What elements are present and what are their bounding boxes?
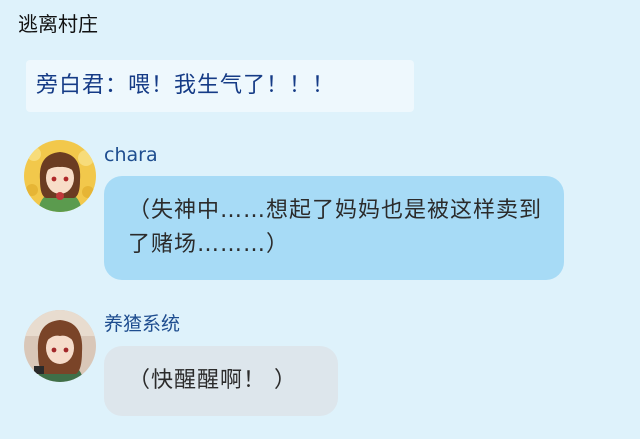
message-bubble-system[interactable]: （快醒醒啊！ ） bbox=[104, 346, 338, 416]
avatar-chara-image bbox=[24, 140, 96, 212]
narration-box: 旁白君：喂！我生气了！！！ bbox=[26, 60, 414, 112]
avatar-chara[interactable] bbox=[24, 140, 96, 212]
avatar-system-image bbox=[24, 310, 96, 382]
sender-name-system: 养猹系统 bbox=[104, 313, 181, 335]
avatar-system[interactable] bbox=[24, 310, 96, 382]
sender-name-chara: chara bbox=[104, 144, 158, 166]
narration-text: 旁白君：喂！我生气了！！！ bbox=[36, 73, 336, 98]
message-text-system: （快醒醒啊！ ） bbox=[128, 368, 297, 393]
message-text-chara: （失神中……想起了妈妈也是被这样卖到了赌场………） bbox=[128, 198, 543, 257]
message-bubble-chara[interactable]: （失神中……想起了妈妈也是被这样卖到了赌场………） bbox=[104, 176, 564, 280]
chat-title: 逃离村庄 bbox=[18, 12, 98, 36]
